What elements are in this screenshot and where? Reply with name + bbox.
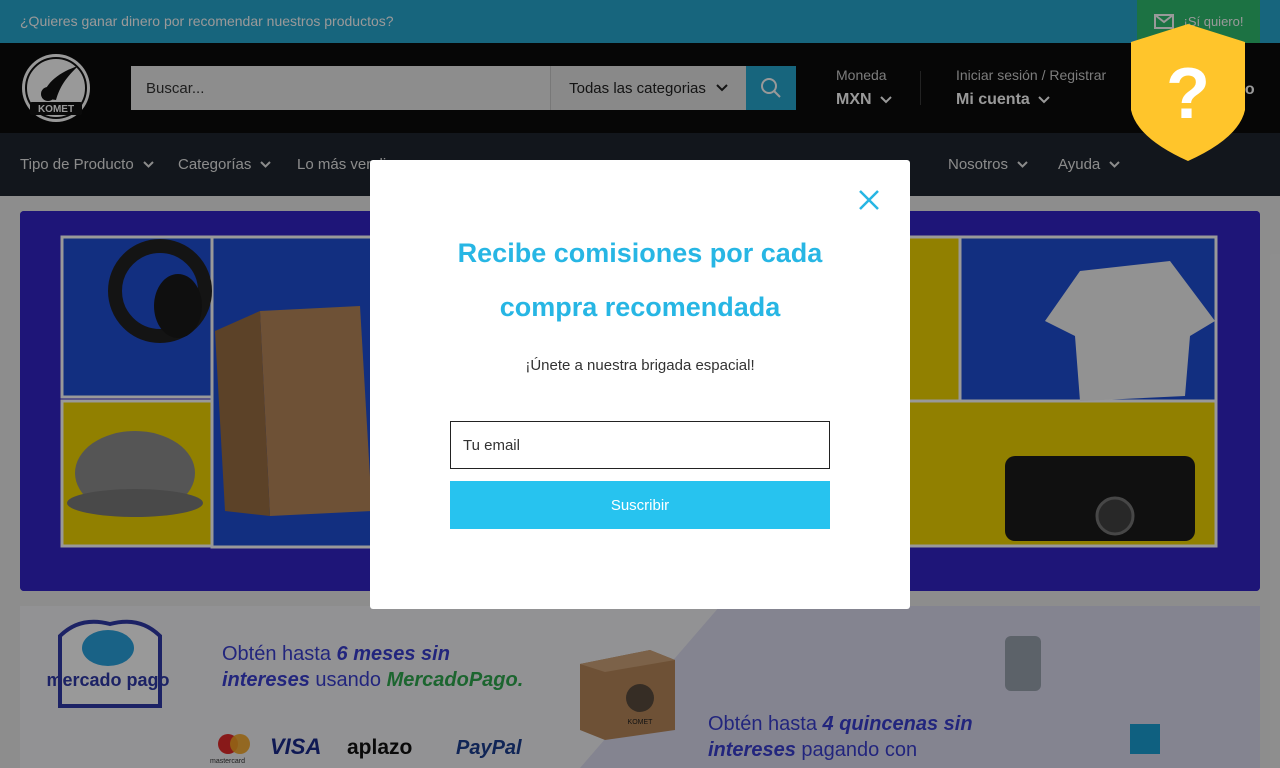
modal-title-line1: Recibe comisiones por cada	[457, 238, 823, 268]
subscribe-button[interactable]: Suscribir	[450, 481, 830, 529]
affiliate-modal: Recibe comisiones por cada compra recome…	[370, 160, 910, 609]
close-icon[interactable]	[857, 188, 881, 212]
modal-title: Recibe comisiones por cada compra recome…	[410, 226, 870, 334]
modal-subtitle: ¡Únete a nuestra brigada espacial!	[525, 357, 755, 374]
help-badge-icon[interactable]: ?	[1127, 20, 1249, 165]
email-field[interactable]	[450, 421, 830, 469]
help-symbol: ?	[1166, 54, 1210, 134]
modal-title-line2: compra recomendada	[499, 292, 781, 322]
